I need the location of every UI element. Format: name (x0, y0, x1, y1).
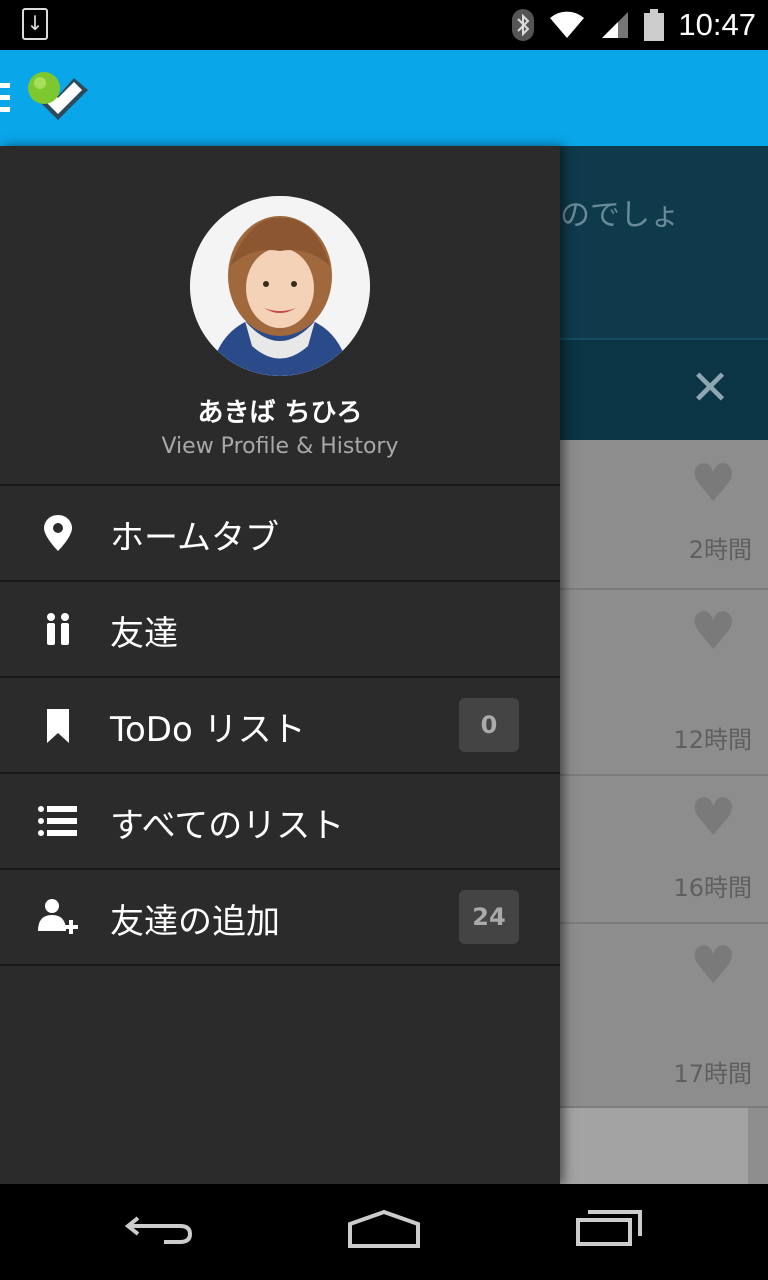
view-profile-link[interactable]: View Profile & History (0, 434, 560, 459)
back-button[interactable] (124, 1208, 194, 1248)
heart-icon[interactable]: ♥ (690, 792, 737, 844)
close-icon[interactable]: ✕ (690, 364, 730, 412)
profile-name: あきば ちひろ (197, 398, 363, 428)
navigation-drawer: あきば ちひろ View Profile & History ホームタブ 友達 … (0, 146, 560, 1184)
menu-item-label: ホームタブ (110, 518, 279, 558)
time-ago: 2時間 (688, 536, 752, 564)
heart-icon[interactable]: ♥ (690, 940, 737, 992)
add-friend-icon (38, 899, 78, 934)
time-ago: 17時間 (673, 1060, 752, 1088)
avatar[interactable] (190, 196, 370, 376)
menu-item-home-tab[interactable]: ホームタブ (0, 486, 560, 582)
app-logo-icon (28, 72, 88, 120)
menu-item-label: ToDo リスト (110, 710, 306, 750)
hamburger-icon (0, 83, 10, 112)
list-icon (38, 806, 77, 836)
location-pin-icon (44, 515, 72, 551)
drawer-toggle-button[interactable] (0, 50, 100, 146)
recent-apps-button[interactable] (574, 1208, 644, 1248)
signal-icon (602, 12, 629, 38)
banner-text: のでしょ (560, 198, 680, 233)
avatar-image (190, 196, 370, 376)
count-badge: 24 (459, 890, 519, 944)
menu-item-all-lists[interactable]: すべてのリスト (0, 774, 560, 870)
post-image (560, 1108, 748, 1184)
home-button[interactable] (346, 1208, 422, 1248)
heart-icon[interactable]: ♥ (690, 458, 737, 510)
heart-icon[interactable]: ♥ (690, 606, 737, 658)
menu-item-todo-list[interactable]: ToDo リスト 0 (0, 678, 560, 774)
time-ago: 12時間 (673, 726, 752, 754)
menu-item-label: 友達 (110, 614, 178, 654)
system-navigation-bar (0, 1184, 768, 1280)
menu-item-friends[interactable]: 友達 (0, 582, 560, 678)
wifi-icon (550, 11, 585, 38)
action-bar (0, 50, 768, 146)
bluetooth-icon (512, 9, 535, 41)
menu-item-label: すべてのリスト (110, 806, 345, 846)
time-ago: 16時間 (673, 874, 752, 902)
status-bar: ↓ 10:47 (0, 0, 768, 50)
menu-item-label: 友達の追加 (110, 902, 280, 942)
friends-icon (47, 613, 69, 645)
battery-icon (644, 9, 665, 41)
menu-item-add-friends[interactable]: 友達の追加 24 (0, 870, 560, 966)
count-badge: 0 (459, 698, 519, 752)
download-icon: ↓ (22, 8, 48, 40)
clock: 10:47 (678, 7, 756, 42)
bookmark-icon (47, 709, 69, 743)
drawer-menu: ホームタブ 友達 ToDo リスト 0 すべてのリスト 友達の追加 24 (0, 484, 560, 966)
